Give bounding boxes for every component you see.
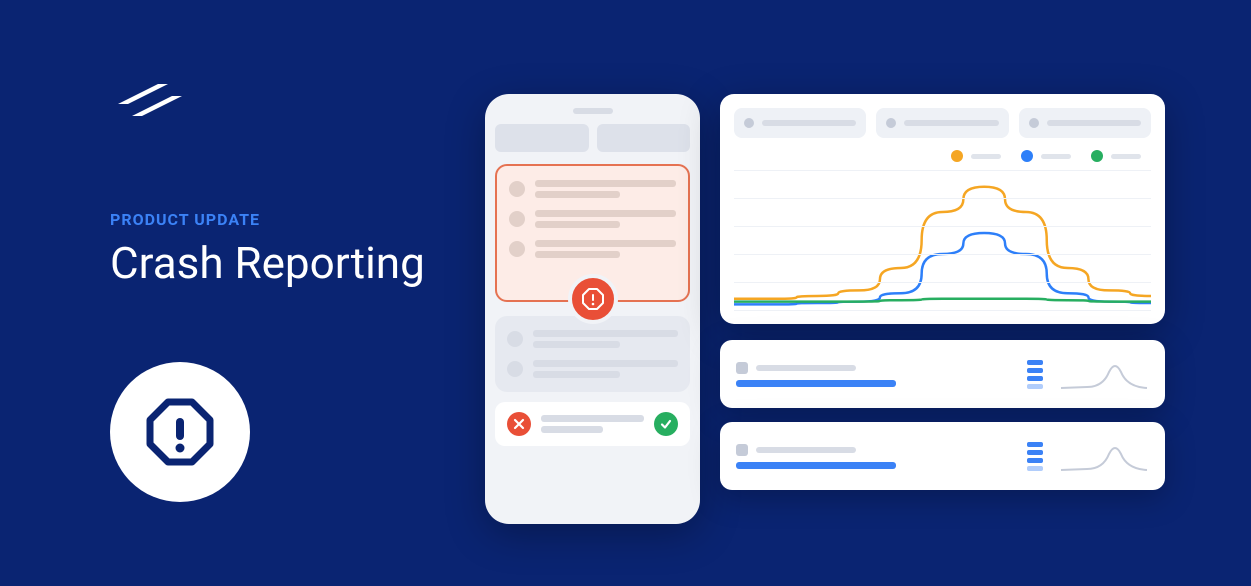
chart-area: [734, 170, 1151, 310]
stat-row: [734, 108, 1151, 138]
placeholder-dot: [509, 241, 525, 257]
placeholder-icon: [736, 444, 748, 456]
list-item: [507, 360, 678, 378]
placeholder-icon: [736, 362, 748, 374]
kicker-label: PRODUCT UPDATE: [110, 210, 425, 229]
progress-bar: [736, 380, 896, 387]
legend-item-orange: [951, 150, 1001, 162]
line-chart: [734, 170, 1151, 310]
bar-stack: [1027, 442, 1043, 471]
bar-stack: [1027, 360, 1043, 389]
list-card: [495, 316, 690, 392]
crash-card-highlighted: [495, 164, 690, 302]
list-item: [509, 210, 676, 228]
sparkline: [1059, 436, 1149, 476]
progress-bar: [736, 462, 896, 469]
stat-box: [1019, 108, 1151, 138]
metric-card: [720, 340, 1165, 408]
stat-box: [876, 108, 1008, 138]
headline: Crash Reporting: [110, 237, 425, 289]
approval-row: [495, 402, 690, 446]
sparkline: [1059, 354, 1149, 394]
reject-icon: [507, 412, 531, 436]
phone-notch: [495, 106, 690, 116]
placeholder-dot: [507, 361, 523, 377]
phone-tabs: [495, 124, 690, 152]
list-item: [509, 180, 676, 198]
legend-item-blue: [1021, 150, 1071, 162]
dashboard-panel: [720, 94, 1165, 504]
approve-icon: [654, 412, 678, 436]
alert-badge: [110, 362, 250, 502]
phone-mockup: [485, 94, 700, 524]
list-item: [509, 240, 676, 258]
legend-item-green: [1091, 150, 1141, 162]
brand-logo: [110, 68, 190, 128]
stat-box: [734, 108, 866, 138]
list-item: [507, 330, 678, 348]
tab-placeholder: [597, 124, 691, 152]
chart-card: [720, 94, 1165, 324]
tab-placeholder: [495, 124, 589, 152]
chart-legend: [734, 150, 1151, 162]
placeholder-dot: [507, 331, 523, 347]
placeholder-dot: [509, 211, 525, 227]
error-icon: [568, 274, 618, 324]
placeholder-dot: [509, 181, 525, 197]
metric-card: [720, 422, 1165, 490]
